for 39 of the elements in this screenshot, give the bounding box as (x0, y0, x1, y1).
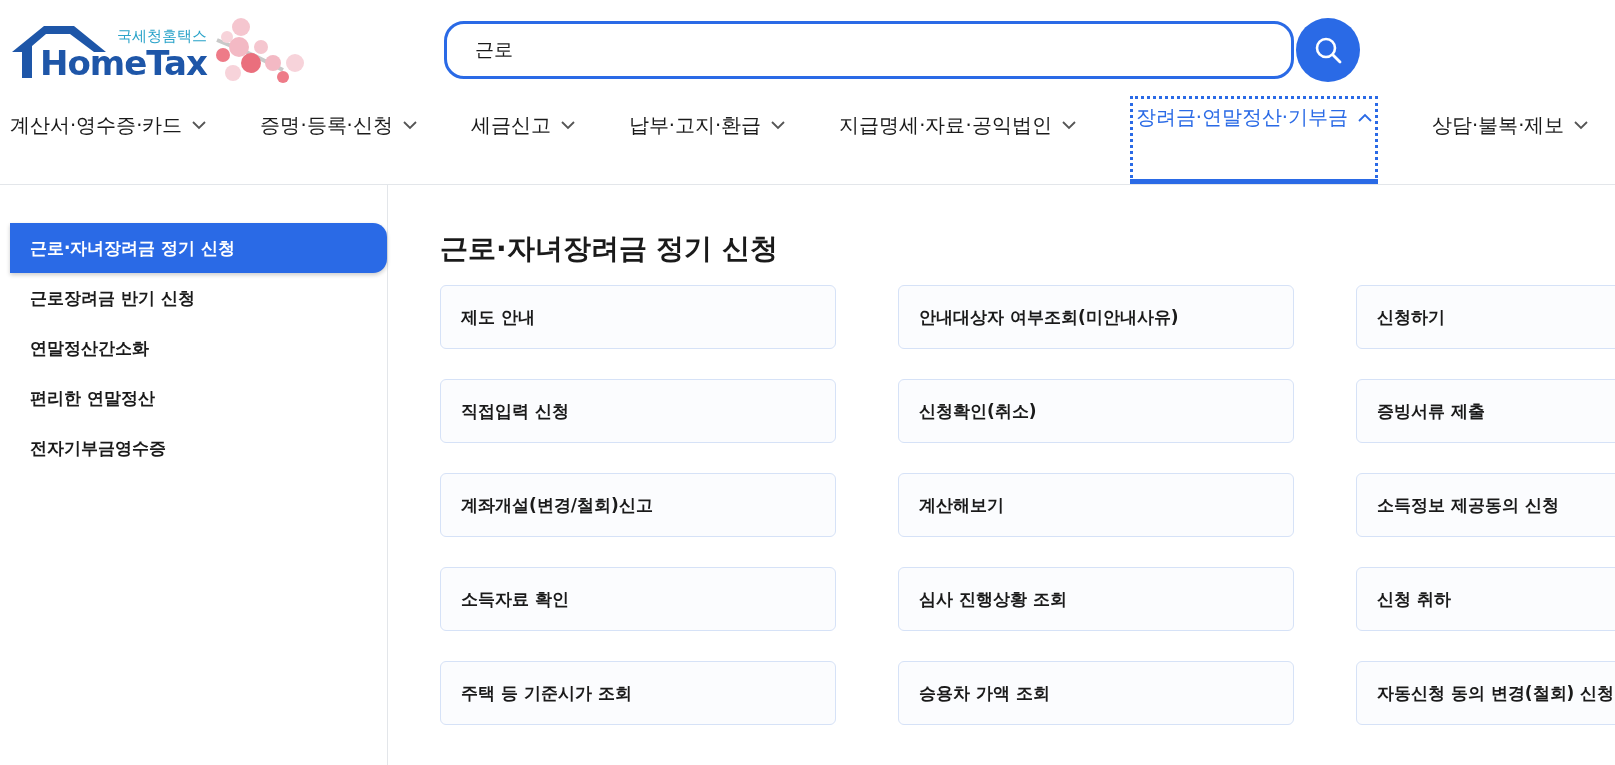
nav-tab[interactable]: 상담·불복·제보 (1432, 100, 1589, 184)
chevron-down-icon (1061, 121, 1076, 130)
menu-link-card[interactable]: 소득자료 확인 (440, 567, 836, 631)
menu-link-card[interactable]: 심사 진행상황 조회 (898, 567, 1294, 631)
sidebar-item[interactable]: 근로장려금 반기 신청 (10, 273, 387, 323)
sidebar-item[interactable]: 연말정산간소화 (10, 323, 387, 373)
section-title: 근로·자녀장려금 정기 신청 (440, 231, 780, 267)
sidebar-item[interactable]: 전자기부금영수증 (10, 423, 387, 473)
logo-name: HomeTax (40, 45, 207, 81)
nav-tab[interactable]: 장려금·연말정산·기부금 (1129, 96, 1379, 184)
nav-tab[interactable]: 증명·등록·신청 (260, 100, 417, 184)
menu-link-card[interactable]: 주택 등 기준시가 조회 (440, 661, 836, 725)
menu-link-card[interactable]: 계산해보기 (898, 473, 1294, 537)
menu-link-card[interactable]: 제도 안내 (440, 285, 836, 349)
menu-link-card[interactable]: 증빙서류 제출 (1356, 379, 1615, 443)
search-field[interactable]: 근로 (444, 21, 1294, 79)
search-icon (1314, 36, 1342, 64)
menu-link-card[interactable]: 직접입력 신청 (440, 379, 836, 443)
menu-link-card[interactable]: 자동신청 동의 변경(철회) 신청 (1356, 661, 1615, 725)
nav-tab[interactable]: 계산서·영수증·카드 (10, 100, 207, 184)
chevron-up-icon (1358, 113, 1373, 122)
menu-link-card[interactable]: 승용차 가액 조회 (898, 661, 1294, 725)
sidebar-item[interactable]: 편리한 연말정산 (10, 373, 387, 423)
logo-subtitle: 국세청홈택스 (117, 27, 207, 45)
chevron-down-icon (560, 121, 575, 130)
chevron-down-icon (402, 121, 417, 130)
menu-link-card[interactable]: 안내대상자 여부조회(미안내사유) (898, 285, 1294, 349)
nav-tab[interactable]: 세금신고 (470, 100, 575, 184)
nav-tab[interactable]: 납부·고지·환급 (628, 100, 786, 184)
chevron-down-icon (1574, 121, 1589, 130)
chevron-down-icon (192, 121, 207, 130)
nav-tab[interactable]: 지급명세·자료·공익법인 (839, 100, 1076, 184)
menu-link-card[interactable]: 신청 취하 (1356, 567, 1615, 631)
menu-link-card[interactable]: 신청하기 (1356, 285, 1615, 349)
menu-link-card[interactable]: 소득정보 제공동의 신청 (1356, 473, 1615, 537)
menu-link-card[interactable]: 신청확인(취소) (898, 379, 1294, 443)
menu-link-card[interactable]: 계좌개설(변경/철회)신고 (440, 473, 836, 537)
sidebar-item[interactable]: 근로·자녀장려금 정기 신청 (10, 223, 387, 273)
chevron-down-icon (771, 121, 786, 130)
